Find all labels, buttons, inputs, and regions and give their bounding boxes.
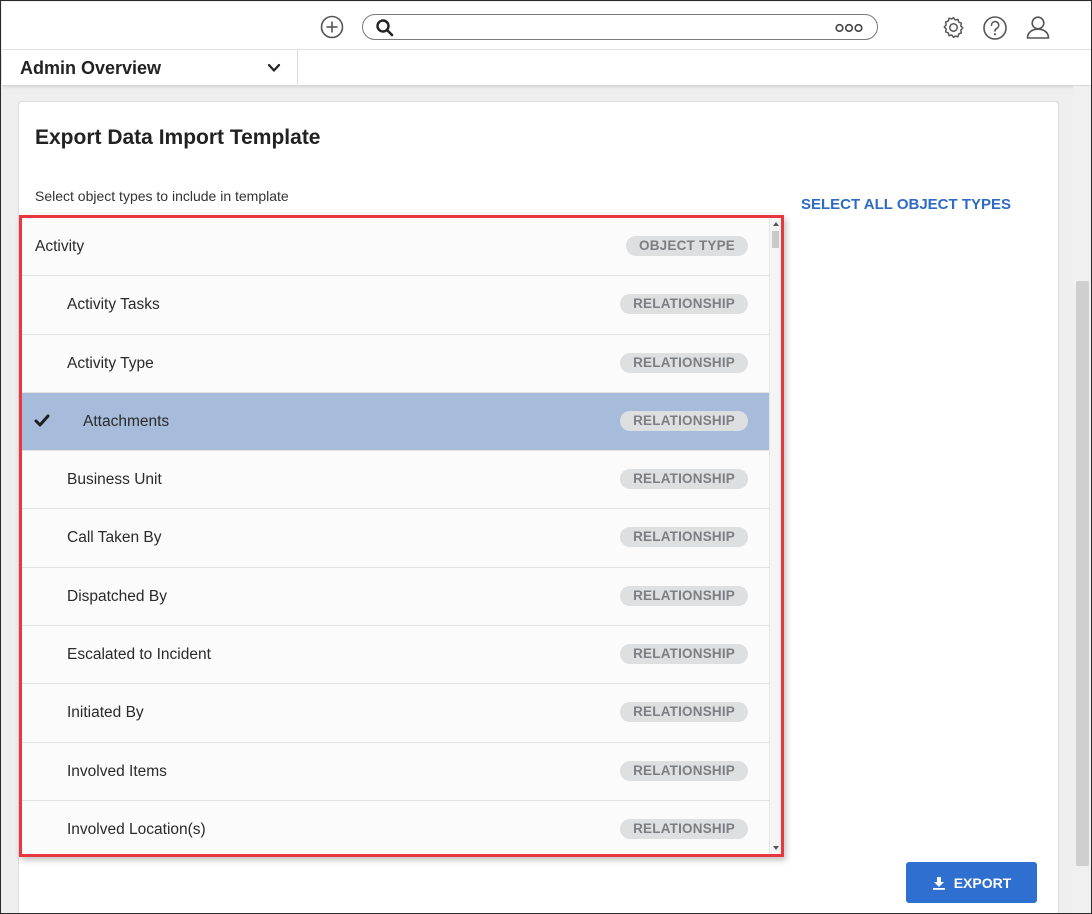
dashboard-select-label: Admin Overview — [20, 58, 162, 78]
list-item[interactable]: Attachments RELATIONSHIP — [22, 392, 769, 452]
top-bar — [2, 2, 1091, 49]
dashboard-select[interactable]: Admin Overview — [2, 50, 298, 86]
list-item[interactable]: Call Taken By RELATIONSHIP — [22, 509, 769, 568]
list-item[interactable]: Activity Tasks RELATIONSHIP — [22, 276, 769, 335]
search-icon[interactable] — [375, 18, 395, 38]
type-badge: RELATIONSHIP — [620, 294, 748, 315]
type-badge: RELATIONSHIP — [620, 469, 748, 490]
scroll-up-icon[interactable] — [773, 222, 779, 226]
list-item[interactable]: Activity Type RELATIONSHIP — [22, 334, 769, 393]
list-item[interactable]: Business Unit RELATIONSHIP — [22, 451, 769, 510]
list-item[interactable]: Initiated By RELATIONSHIP — [22, 684, 769, 743]
list-item-name: Activity — [35, 238, 85, 255]
type-badge: RELATIONSHIP — [620, 818, 748, 839]
type-badge: OBJECT TYPE — [626, 236, 748, 256]
object-types-list: Activity OBJECT TYPE Activity Tasks RELATIO… — [19, 215, 784, 857]
list-item-name: Escalated to Incident — [67, 646, 211, 664]
export-button[interactable]: EXPORT — [906, 862, 1037, 903]
type-badge: RELATIONSHIP — [620, 644, 748, 665]
list-item[interactable]: Activity OBJECT TYPE — [22, 218, 769, 277]
list-item[interactable]: Escalated to Incident RELATIONSHIP — [22, 626, 769, 685]
list-item[interactable]: Involved Items RELATIONSHIP — [22, 742, 769, 801]
app-window: Admin Overview Export Data Import Templa… — [0, 0, 1092, 914]
list-scrollbar-thumb[interactable] — [772, 231, 779, 248]
list-item-name: Dispatched By — [67, 587, 167, 605]
list-scrollbar[interactable] — [769, 218, 781, 854]
instruction-text: Select object types to include in templa… — [35, 188, 289, 204]
list-item-name: Call Taken By — [67, 529, 162, 547]
scroll-down-icon[interactable] — [773, 846, 779, 850]
page-scrollbar-thumb[interactable] — [1076, 281, 1089, 866]
dashboard-bar: Admin Overview — [2, 49, 1091, 86]
global-search — [362, 14, 878, 40]
search-input[interactable] — [403, 17, 823, 37]
plus-circle-icon[interactable] — [320, 15, 344, 39]
list-item-name: Involved Items — [67, 762, 167, 780]
export-button-label: EXPORT — [953, 874, 1012, 891]
type-badge: RELATIONSHIP — [620, 760, 748, 781]
list-item-name: Involved Location(s) — [67, 820, 206, 838]
list-item[interactable]: Involved Location(s) RELATIONSHIP — [22, 800, 769, 854]
type-badge: RELATIONSHIP — [620, 410, 748, 431]
chevron-down-icon — [267, 63, 281, 72]
type-badge: RELATIONSHIP — [620, 527, 748, 548]
checkmark-icon — [34, 414, 50, 427]
page-scrollbar[interactable] — [1073, 86, 1091, 913]
list-item-name: Activity Type — [67, 354, 154, 372]
page-title: Export Data Import Template — [35, 126, 321, 149]
type-badge: RELATIONSHIP — [620, 585, 748, 606]
download-icon — [932, 876, 945, 890]
more-icon[interactable] — [835, 23, 863, 33]
help-icon[interactable] — [982, 15, 1008, 41]
export-template-card: Export Data Import Template Select objec… — [18, 101, 1059, 913]
list-item-name: Attachments — [83, 412, 170, 430]
list-item[interactable]: Dispatched By RELATIONSHIP — [22, 567, 769, 627]
list-item-name: Activity Tasks — [67, 296, 160, 314]
list-item-name: Business Unit — [67, 471, 162, 489]
type-badge: RELATIONSHIP — [620, 352, 748, 373]
gear-icon[interactable] — [941, 15, 966, 40]
object-types-list-body: Activity OBJECT TYPE Activity Tasks RELATIO… — [22, 218, 769, 854]
user-icon[interactable] — [1025, 14, 1051, 40]
list-item-name: Initiated By — [67, 704, 144, 722]
select-all-object-types-link[interactable]: SELECT ALL OBJECT TYPES — [801, 196, 1011, 213]
type-badge: RELATIONSHIP — [620, 702, 748, 723]
